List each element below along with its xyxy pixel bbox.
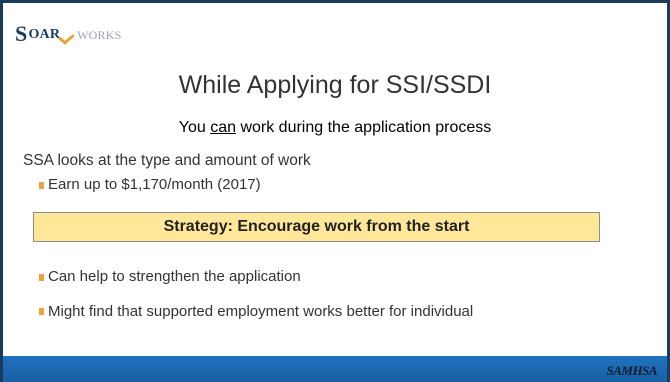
subtitle-post: work during the application process xyxy=(236,119,492,136)
bullet-earn: Earn up to $1,170/month (2017) xyxy=(39,176,261,193)
bullet-icon xyxy=(39,308,44,315)
subtitle-pre: You xyxy=(178,119,211,136)
subtitle-emphasis: can xyxy=(210,119,236,136)
bullet-supported-text: Might find that supported employment wor… xyxy=(48,303,474,320)
bullet-icon xyxy=(39,182,44,189)
checkmark-icon xyxy=(61,28,77,42)
logo-works: WORKS xyxy=(77,28,122,42)
samhsa-logo: SAMHSA xyxy=(606,363,658,378)
bullet-earn-text: Earn up to $1,170/month (2017) xyxy=(48,176,261,193)
bullet-icon xyxy=(39,274,44,281)
logo-oar: OAR xyxy=(28,27,61,42)
logo-s: S xyxy=(15,21,28,46)
soar-works-logo: S OAR WORKS xyxy=(15,21,122,46)
bullet-supported: Might find that supported employment wor… xyxy=(39,302,619,322)
slide: S OAR WORKS While Applying for SSI/SSDI … xyxy=(0,0,670,382)
main-text: SSA looks at the type and amount of work xyxy=(23,152,311,169)
footer-bar: SAMHSA xyxy=(3,356,667,382)
slide-subtitle: You can work during the application proc… xyxy=(3,119,667,137)
slide-title: While Applying for SSI/SSDI xyxy=(178,71,492,99)
bullet-help-text: Can help to strengthen the application xyxy=(48,268,301,285)
strategy-banner: Strategy: Encourage work from the start xyxy=(33,212,600,242)
bullet-help: Can help to strengthen the application xyxy=(39,268,301,285)
